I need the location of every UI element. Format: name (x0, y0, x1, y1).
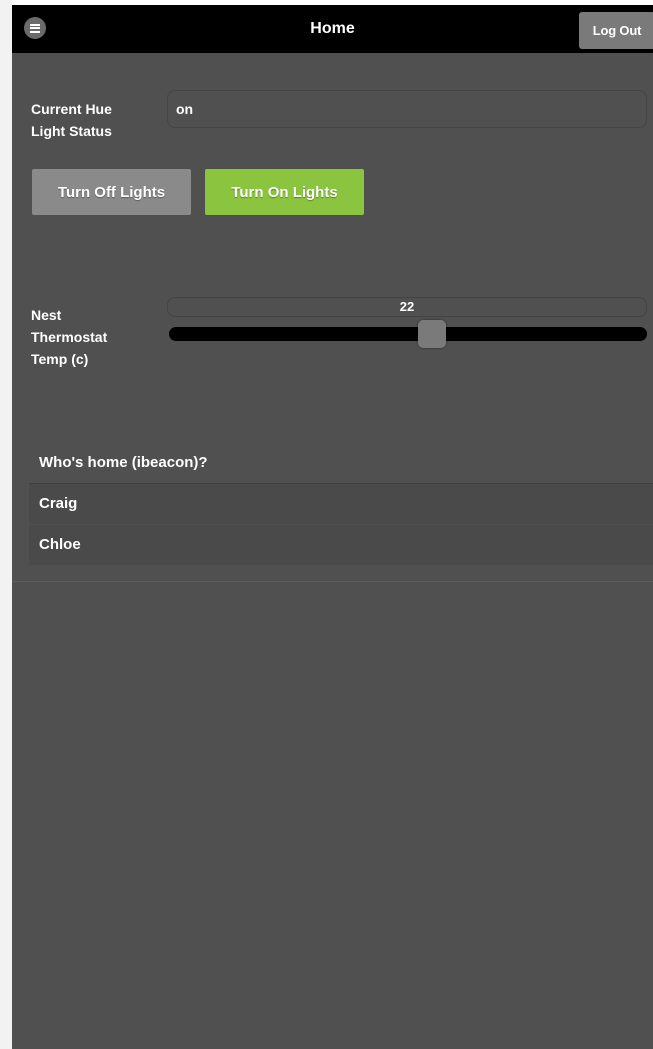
hue-status-field[interactable]: on (167, 90, 647, 128)
app-page: Home Log Out Current Hue Light Status on… (12, 5, 653, 1049)
page-title: Home (310, 20, 355, 37)
turn-on-lights-button[interactable]: Turn On Lights (205, 169, 364, 215)
nest-temp-label-line3: Temp (c) (31, 351, 89, 367)
temp-slider-handle[interactable] (417, 320, 446, 348)
nest-temp-label-line2: Thermostat (31, 329, 108, 345)
turn-off-lights-button[interactable]: Turn Off Lights (32, 169, 191, 215)
nest-temp-label: Nest Thermostat Temp (c) (31, 304, 107, 370)
nest-temp-label-line1: Nest (31, 307, 62, 323)
content-divider (12, 581, 653, 582)
temp-value-field[interactable]: 22 (167, 297, 647, 317)
list-item[interactable]: Craig (29, 484, 653, 524)
presence-list-header: Who's home (ibeacon)? (29, 443, 653, 484)
hue-status-label-line1: Current Hue (31, 101, 112, 117)
logout-button[interactable]: Log Out (579, 12, 653, 49)
header-bar: Home Log Out (12, 5, 653, 53)
presence-list: Who's home (ibeacon)? Craig Chloe (29, 443, 653, 565)
left-edge-strip (0, 0, 12, 1049)
hue-status-label-line2: Light Status (31, 123, 112, 139)
list-item[interactable]: Chloe (29, 524, 653, 565)
hue-status-label: Current Hue Light Status (31, 98, 112, 142)
temp-slider-track[interactable] (169, 320, 647, 348)
